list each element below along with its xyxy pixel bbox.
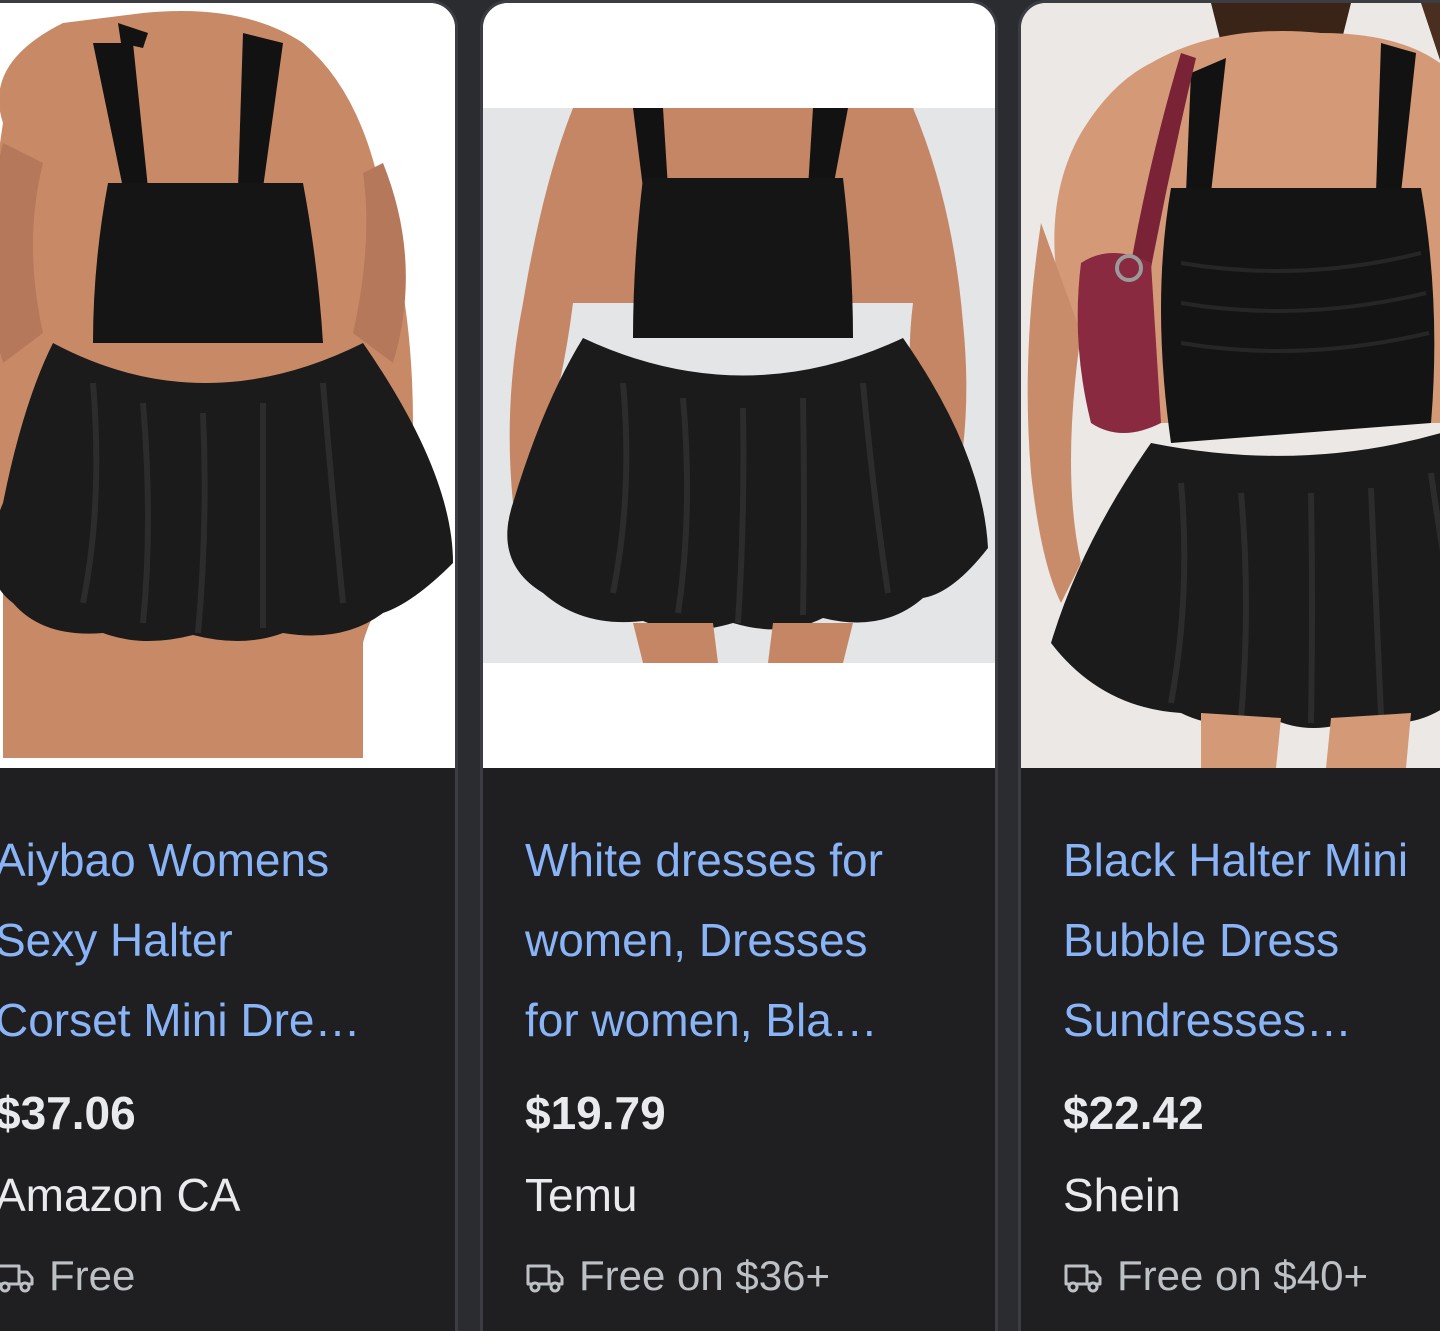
product-price: $22.42 [1063,1087,1204,1139]
shipping-info: Free [0,1252,135,1300]
truck-icon [1064,1264,1102,1293]
product-title[interactable]: Aiybao Womens Sexy Halter Corset Mini Dr… [0,820,435,1060]
product-info: Aiybao Womens Sexy Halter Corset Mini Dr… [0,768,455,1331]
shipping-label: Free on $36+ [579,1252,831,1299]
product-info: White dresses for women, Dresses for wom… [483,768,995,1331]
product-price: $19.79 [525,1087,666,1139]
merchant-name: Shein [1063,1169,1181,1221]
shipping-info: Free on $36+ [525,1252,830,1300]
truck-icon [526,1264,564,1293]
product-card[interactable]: Aiybao Womens Sexy Halter Corset Mini Dr… [0,0,458,1331]
product-info: Black Halter Mini Bubble Dress Sundresse… [1021,768,1440,1331]
product-price: $37.06 [0,1087,136,1139]
shipping-label: Free [49,1252,136,1299]
dress-photo [0,3,455,768]
product-image[interactable] [0,3,455,768]
merchant-name: Amazon CA [0,1169,241,1221]
dress-photo [483,3,995,768]
merchant-name: Temu [525,1169,638,1221]
product-card[interactable]: Black Halter Mini Bubble Dress Sundresse… [1018,0,1440,1331]
shipping-label: Free on $40+ [1117,1252,1369,1299]
product-image[interactable] [483,3,995,768]
product-carousel: Aiybao Womens Sexy Halter Corset Mini Dr… [0,0,1440,1331]
dress-photo [1021,3,1440,768]
product-card[interactable]: White dresses for women, Dresses for wom… [480,0,998,1331]
shipping-info: Free on $40+ [1063,1252,1368,1300]
product-title[interactable]: Black Halter Mini Bubble Dress Sundresse… [1063,820,1440,1060]
product-image[interactable] [1021,3,1440,768]
product-title[interactable]: White dresses for women, Dresses for wom… [525,820,965,1060]
truck-icon [0,1264,34,1293]
